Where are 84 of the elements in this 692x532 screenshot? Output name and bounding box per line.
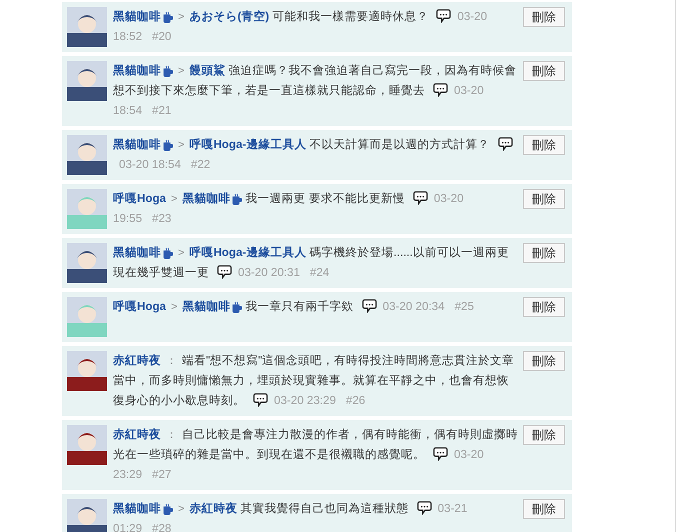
comment-time: 01:29	[113, 522, 142, 532]
delete-button[interactable]: 刪除	[523, 297, 565, 317]
mug-icon	[162, 139, 173, 151]
comment-text: 黑貓咖啡 > 呼嘎Hoga-邊緣工具人 不以天計算而是以週的方式計算？ 03-20 18:54 #22	[113, 135, 519, 175]
user-name-link[interactable]: 黑貓咖啡	[182, 192, 230, 205]
user-name-link[interactable]: 赤紅時夜	[113, 354, 161, 367]
comment-icon[interactable]	[433, 446, 448, 461]
comment-date: 03-20	[238, 266, 268, 279]
user-name-link[interactable]: 赤紅時夜	[113, 428, 161, 441]
delete-button[interactable]: 刪除	[523, 243, 565, 263]
user-name-link[interactable]: あおそら(青空)	[189, 10, 270, 23]
comment-time: 20:31	[270, 266, 300, 279]
comment-number: #21	[152, 104, 172, 117]
comment-icon[interactable]	[362, 298, 377, 313]
comment-date: 03-20	[454, 84, 484, 97]
comment-number: #23	[152, 212, 172, 225]
comment-time: 23:29	[113, 468, 142, 481]
comment-number: #22	[190, 158, 210, 171]
comment-icon[interactable]	[433, 82, 448, 97]
user-name-link[interactable]: 黑貓咖啡	[113, 138, 161, 151]
comment-date: 03-21	[438, 502, 468, 515]
comment-date: 03-20	[382, 300, 412, 313]
mug-icon	[162, 247, 173, 259]
comment-time: 18:52	[113, 30, 142, 43]
comment-icon[interactable]	[498, 136, 513, 151]
comment-icon[interactable]	[436, 8, 452, 23]
comment-date: 03-20	[454, 448, 484, 461]
comment-text: 黑貓咖啡 > 饅頭鯊 強迫症嗎？我不會強迫著自己寫完一段，因為有時候會想不到接下來怎麼下筆，若是一直這樣就只能認命，睡覺去 03-20 18:54 #21	[113, 63, 518, 119]
comment-time: 18:54	[113, 104, 142, 117]
user-name-link[interactable]: 饅頭鯊	[189, 64, 226, 77]
mug-icon	[162, 503, 173, 515]
mug-icon	[231, 301, 242, 313]
user-name-link[interactable]: 呼嘎Hoga-邊緣工具人	[189, 138, 306, 151]
comment-text: 黑貓咖啡 > 呼嘎Hoga-邊緣工具人 碼字機終於登場......以前可以一週兩更現在幾乎雙週一更 03-20 20:31 #24	[113, 245, 510, 281]
avatar[interactable]	[67, 243, 107, 283]
comment-text: 呼嘎Hoga > 黑貓咖啡 我一章只有兩千字欸 03-20 20:34 #25	[113, 297, 475, 315]
comment-icon[interactable]	[253, 392, 268, 407]
user-name-link[interactable]: 呼嘎Hoga	[113, 300, 166, 313]
user-name-link[interactable]: 赤紅時夜	[189, 502, 238, 515]
user-name-link[interactable]: 黑貓咖啡	[113, 10, 161, 23]
user-name-link[interactable]: 黑貓咖啡	[182, 300, 230, 313]
comment-text: 赤紅時夜 ： 自己比較是會專注力散漫的作者，偶有時能衝，偶有時則虛擲時光在一些瑣碎的雜是當中。到現在還不是很襯職的感覺呢。 03-20 23:29 #27	[113, 427, 519, 483]
comment-text: 黑貓咖啡 > あおそら(青空) 可能和我一樣需要適時休息？ 03-20 18:52 #20	[113, 7, 488, 45]
comment-number: #25	[454, 300, 474, 313]
avatar[interactable]	[67, 61, 107, 101]
avatar[interactable]	[67, 351, 107, 391]
delete-button[interactable]: 刪除	[523, 61, 565, 81]
comment-time: 23:29	[306, 394, 336, 407]
mug-icon	[231, 193, 242, 205]
comment-time: 20:34	[416, 300, 445, 313]
comment-date: 03-20	[457, 10, 488, 23]
avatar[interactable]	[67, 7, 107, 47]
delete-button[interactable]: 刪除	[523, 499, 565, 519]
avatar[interactable]	[67, 135, 107, 175]
user-name-link[interactable]: 黑貓咖啡	[113, 502, 161, 515]
comment-number: #28	[152, 522, 172, 532]
comment-text: 黑貓咖啡 > 赤紅時夜 其實我覺得自己也同為這種狀態 03-21 01:29 #28	[113, 499, 468, 532]
user-name-link[interactable]: 黑貓咖啡	[113, 64, 161, 77]
mug-icon	[162, 11, 173, 23]
mug-icon	[162, 65, 173, 77]
avatar[interactable]	[67, 425, 107, 465]
comment-number: #26	[346, 394, 366, 407]
comment-time: 18:54	[152, 158, 181, 171]
comment-date: 03-20	[434, 192, 464, 205]
comment-number: #24	[310, 266, 330, 279]
user-name-link[interactable]: 黑貓咖啡	[113, 246, 161, 259]
delete-button[interactable]: 刪除	[523, 351, 565, 371]
delete-button[interactable]: 刪除	[523, 425, 565, 445]
avatar[interactable]	[67, 499, 107, 532]
delete-button[interactable]: 刪除	[523, 189, 565, 209]
comment-number: #20	[152, 30, 172, 43]
user-name-link[interactable]: 呼嘎Hoga	[113, 192, 166, 205]
delete-button[interactable]: 刪除	[523, 135, 565, 155]
comment-date: 03-20	[274, 394, 304, 407]
delete-button[interactable]: 刪除	[523, 7, 565, 27]
comment-date: 03-20	[119, 158, 149, 171]
user-name-link[interactable]: 呼嘎Hoga-邊緣工具人	[189, 246, 306, 259]
comment-text: 呼嘎Hoga > 黑貓咖啡 我一週兩更 要求不能比更新慢 03-20 19:55 #23	[113, 189, 465, 227]
comment-time: 19:55	[113, 212, 142, 225]
comment-number: #27	[152, 468, 172, 481]
comment-text: 赤紅時夜 ： 端看"想不想寫"這個念頭吧，有時得投注時間將意志貫注於文章當中，而多時則慵懶無力，埋頭於現實雜事。就算在平靜之中，也會有想恢復身心的小小歇息時刻。 03-20 23:29 #26	[113, 353, 516, 409]
comment-icon[interactable]	[416, 500, 432, 515]
comment-icon[interactable]	[217, 264, 232, 279]
comment-icon[interactable]	[412, 190, 428, 205]
